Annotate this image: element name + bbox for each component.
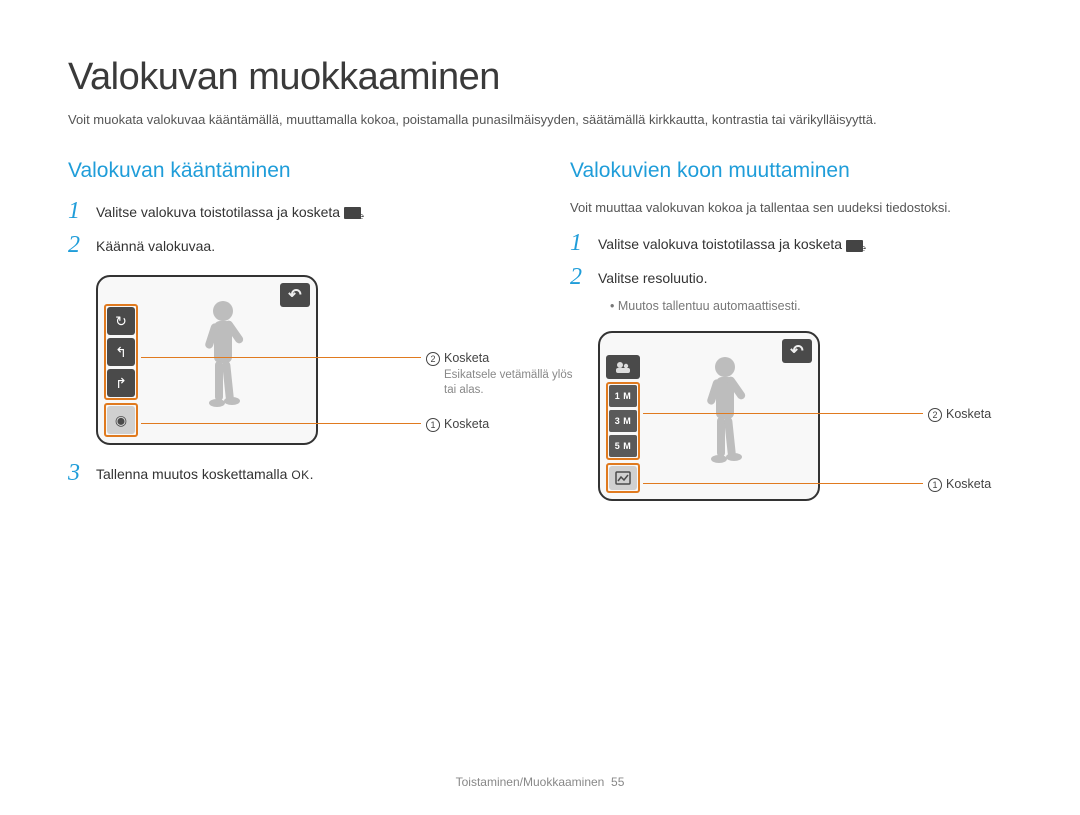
col-rotate: Valokuvan kääntäminen 1 Valitse valokuva… [68, 159, 510, 517]
callout-2: 2 Kosketa Esikatsele vetämällä ylös tai a… [426, 350, 576, 398]
step-row: 3 Tallenna muutos koskettamalla OK. [68, 461, 510, 485]
device-illustration-resize: ↶ [598, 331, 820, 501]
bullet-text: Muutos tallentuu automaattisesti. [618, 299, 801, 313]
step-text: Valitse valokuva toistotilassa ja kosket… [598, 231, 867, 255]
screen: ↶ ↻ ↰ [96, 275, 318, 445]
callouts: 2 Kosketa 1 Kosketa [858, 331, 1078, 501]
callout-touch-label: Kosketa [444, 351, 489, 365]
callout-line [643, 483, 923, 484]
res-1m-label: 1 M [609, 385, 637, 407]
step-number: 3 [68, 461, 86, 485]
res-3m-label: 3 M [609, 410, 637, 432]
page-footer: Toistaminen/Muokkaaminen 55 [0, 775, 1080, 789]
callout-preview-text: Esikatsele vetämällä ylös tai alas. [444, 368, 576, 398]
res-1m-button[interactable]: 1 M [609, 385, 637, 407]
resize-tool-button[interactable] [609, 466, 637, 490]
callout-line [141, 357, 421, 358]
col-resize: Valokuvien koon muuttaminen Voit muuttaa… [570, 159, 1012, 517]
circled-1-icon: 1 [928, 478, 942, 492]
callout-2: 2 Kosketa [928, 406, 991, 422]
callout-touch-label: Kosketa [946, 407, 991, 421]
step-number: 1 [570, 231, 588, 255]
person-silhouette [680, 353, 770, 493]
page-title: Valokuvan muokkaaminen [68, 56, 1012, 99]
person-silhouette [178, 297, 268, 437]
circled-2-icon: 2 [426, 352, 440, 366]
rotate-group-highlight: ↻ ↰ ↱ [104, 304, 138, 400]
step-number: 1 [68, 199, 86, 223]
callout-touch-label: Kosketa [444, 417, 489, 431]
step-3-text: Tallenna muutos koskettamalla [96, 466, 291, 482]
page-intro: Voit muokata valokuvaa kääntämällä, muut… [68, 111, 1012, 129]
step-1-text: Valitse valokuva toistotilassa ja kosket… [96, 204, 344, 220]
callout-line [141, 423, 421, 424]
step-text: Valitse valokuva toistotilassa ja kosket… [96, 199, 365, 223]
edit-icon [344, 207, 361, 219]
step-text: Käännä valokuvaa. [96, 233, 215, 257]
resize-sub: Voit muuttaa valokuvan kokoa ja tallenta… [570, 199, 1012, 217]
callout-1: 1 Kosketa [426, 416, 489, 432]
rotate-right-button[interactable]: ↱ [107, 369, 135, 397]
device-illustration-rotate: ↶ ↻ ↰ [96, 275, 318, 445]
step-row: 2 Käännä valokuvaa. [68, 233, 510, 257]
back-button[interactable]: ↶ [280, 283, 310, 307]
sidebar-buttons: ↻ ↰ ↱ ◉ [104, 304, 138, 437]
rotate-tool-button[interactable]: ◉ [107, 406, 135, 434]
step-row: 2 Valitse resoluutio. [570, 265, 1012, 289]
edit-icon [846, 240, 863, 252]
heading-rotate: Valokuvan kääntäminen [68, 159, 510, 183]
callout-1: 1 Kosketa [928, 476, 991, 492]
res-5m-button[interactable]: 5 M [609, 435, 637, 457]
step-text: Tallenna muutos koskettamalla OK. [96, 461, 314, 485]
step-row: 1 Valitse valokuva toistotilassa ja kosk… [68, 199, 510, 223]
screen: ↶ [598, 331, 820, 501]
res-5m-label: 5 M [609, 435, 637, 457]
footer-page-number: 55 [611, 775, 624, 789]
rotate-180-button[interactable]: ↻ [107, 307, 135, 335]
resolution-group-highlight: 1 M 3 M 5 M [606, 382, 640, 460]
callout-line [643, 413, 923, 414]
ok-label: OK [291, 468, 309, 482]
step-text: Valitse resoluutio. [598, 265, 707, 289]
res-3m-button[interactable]: 3 M [609, 410, 637, 432]
tool-highlight: ◉ [104, 403, 138, 437]
step-number: 2 [68, 233, 86, 257]
callout-touch-label: Kosketa [946, 477, 991, 491]
back-button[interactable]: ↶ [782, 339, 812, 363]
sidebar-buttons: 1 M 3 M 5 M [606, 355, 640, 493]
back-icon: ↶ [790, 341, 803, 361]
people-icon [614, 360, 632, 374]
back-icon: ↶ [288, 285, 301, 305]
tool-highlight [606, 463, 640, 493]
step-row: 1 Valitse valokuva toistotilassa ja kosk… [570, 231, 1012, 255]
circled-2-icon: 2 [928, 408, 942, 422]
resize-icon [615, 471, 631, 485]
step-bullet: • Muutos tallentuu automaattisesti. [610, 299, 1012, 313]
footer-section: Toistaminen/Muokkaaminen [456, 775, 605, 789]
rotate-left-button[interactable]: ↰ [107, 338, 135, 366]
callouts: 2 Kosketa Esikatsele vetämällä ylös tai a… [356, 275, 576, 445]
heading-resize: Valokuvien koon muuttaminen [570, 159, 1012, 183]
step-1-text: Valitse valokuva toistotilassa ja kosket… [598, 236, 846, 252]
people-icon-button[interactable] [606, 355, 640, 379]
two-column-layout: Valokuvan kääntäminen 1 Valitse valokuva… [68, 159, 1012, 517]
circled-1-icon: 1 [426, 418, 440, 432]
